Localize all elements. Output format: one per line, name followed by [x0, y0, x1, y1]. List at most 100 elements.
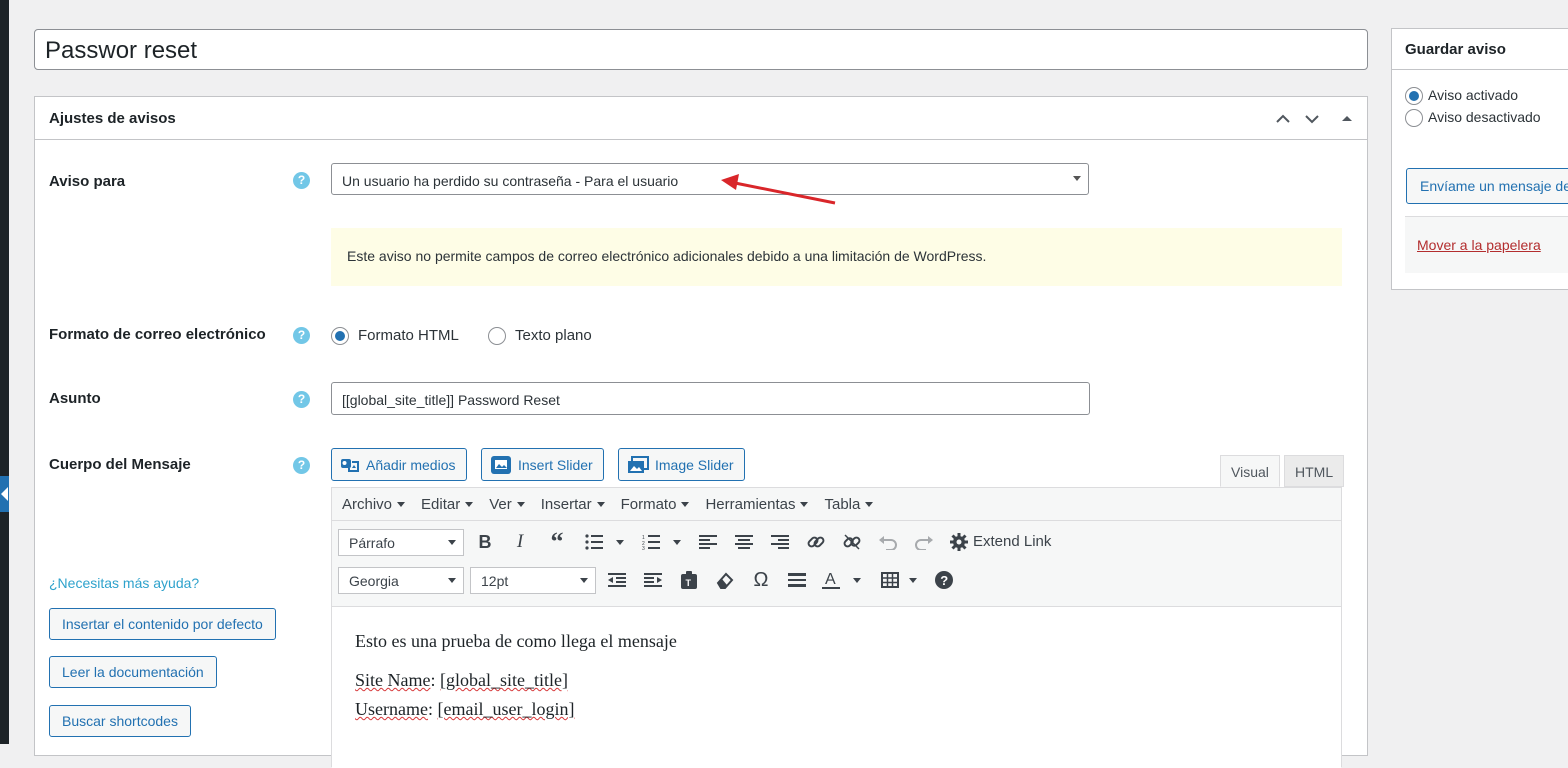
blockquote-icon[interactable]: “: [544, 527, 570, 556]
add-media-label: Añadir medios: [366, 456, 456, 473]
admin-menu-edge: [0, 0, 9, 744]
notice-inactive-radio[interactable]: [1405, 109, 1423, 127]
bullet-list-icon[interactable]: [582, 529, 608, 555]
chevron-down-icon: [465, 501, 474, 507]
tab-visual[interactable]: Visual: [1220, 455, 1280, 487]
menu-tabla-label: Tabla: [824, 495, 861, 513]
site-name-shortcode: [global_site_title]: [440, 670, 568, 690]
text-color-icon[interactable]: A: [818, 567, 844, 593]
italic-icon[interactable]: I: [507, 529, 533, 555]
editor-toolbar-row-2: Georgia 12pt T Ω A ?: [332, 562, 1341, 600]
gear-icon[interactable]: [946, 529, 972, 555]
send-test-email-button[interactable]: Envíame un mensaje de: [1406, 168, 1568, 204]
help-icon[interactable]: ?: [293, 172, 310, 189]
notice-active-radio[interactable]: [1405, 87, 1423, 105]
chevron-down-icon[interactable]: [844, 567, 870, 593]
tab-html[interactable]: HTML: [1284, 455, 1345, 487]
menu-ver-label: Ver: [489, 495, 512, 513]
eraser-icon[interactable]: [712, 567, 738, 593]
svg-text:T: T: [686, 578, 692, 588]
read-docs-button[interactable]: Leer la documentación: [49, 656, 217, 688]
menu-herramientas-label: Herramientas: [705, 495, 796, 513]
bold-icon[interactable]: B: [472, 529, 498, 555]
menu-formato-label: Formato: [620, 495, 677, 513]
chevron-down-icon[interactable]: [900, 567, 926, 593]
move-down-icon[interactable]: [1300, 107, 1324, 131]
menu-editar-label: Editar: [421, 495, 461, 513]
extend-link-button[interactable]: Extend Link: [973, 533, 1051, 550]
menu-tabla[interactable]: Tabla: [816, 496, 881, 513]
svg-text:3: 3: [642, 546, 645, 550]
menu-editar[interactable]: Editar: [413, 496, 481, 513]
format-html-label: Formato HTML: [358, 327, 459, 344]
image-gallery-icon: [628, 455, 649, 473]
horizontal-line-icon[interactable]: [784, 567, 810, 593]
editor-toolbar-row-1: Párrafo B I “ 123 Extend Link: [332, 523, 1341, 561]
menu-herramientas[interactable]: Herramientas: [697, 496, 816, 513]
format-html-radio[interactable]: [331, 327, 349, 345]
chevron-down-icon: [516, 501, 525, 507]
unlink-icon[interactable]: [839, 529, 865, 555]
help-icon[interactable]: ?: [293, 457, 310, 474]
menu-insertar[interactable]: Insertar: [533, 496, 613, 513]
chevron-down-icon: [397, 501, 406, 507]
paragraph-format-select[interactable]: Párrafo: [338, 529, 464, 556]
menu-archivo[interactable]: Archivo: [334, 496, 413, 513]
indent-icon[interactable]: [640, 567, 666, 593]
toggle-panel-icon[interactable]: [1335, 107, 1359, 131]
formato-label: Formato de correo electrónico: [49, 326, 266, 343]
add-media-button[interactable]: Añadir medios: [331, 448, 467, 481]
chevron-down-icon: [580, 578, 588, 583]
aviso-para-selected-value: Un usuario ha perdido su contraseña - Pa…: [342, 173, 679, 189]
move-to-trash-link[interactable]: Mover a la papelera: [1417, 237, 1541, 253]
post-title-input[interactable]: Passwor reset: [34, 29, 1368, 70]
chevron-down-icon: [681, 501, 690, 507]
align-right-icon[interactable]: [767, 529, 793, 555]
insert-default-content-button[interactable]: Insertar el contenido por defecto: [49, 608, 276, 640]
link-icon[interactable]: [803, 529, 829, 555]
chevron-down-icon: [1073, 176, 1081, 181]
align-left-icon[interactable]: [695, 529, 721, 555]
omega-icon[interactable]: Ω: [748, 567, 774, 593]
username-shortcode: [email_user_login]: [437, 699, 575, 719]
font-family-value: Georgia: [349, 573, 399, 589]
align-center-icon[interactable]: [731, 529, 757, 555]
insert-slider-label: Insert Slider: [518, 456, 593, 473]
undo-icon[interactable]: [875, 529, 901, 555]
font-size-value: 12pt: [481, 573, 509, 589]
font-size-select[interactable]: 12pt: [470, 567, 596, 594]
menu-formato[interactable]: Formato: [613, 496, 698, 513]
media-icon: [341, 458, 359, 472]
aviso-para-select[interactable]: Un usuario ha perdido su contraseña - Pa…: [331, 163, 1089, 195]
help-link[interactable]: ¿Necesitas más ayuda?: [49, 575, 199, 591]
menu-insertar-label: Insertar: [540, 495, 592, 513]
help-icon[interactable]: ?: [293, 327, 310, 344]
menu-archivo-label: Archivo: [342, 495, 393, 513]
font-family-select[interactable]: Georgia: [338, 567, 464, 594]
image-slider-button[interactable]: Image Slider: [618, 448, 745, 481]
cuerpo-label: Cuerpo del Mensaje: [49, 456, 191, 473]
rich-text-editor: Archivo Editar Ver Insertar Formato Herr…: [331, 487, 1342, 768]
svg-text:A: A: [825, 571, 836, 588]
help-icon[interactable]: ?: [293, 391, 310, 408]
collapse-menu-tab[interactable]: [0, 476, 9, 512]
menu-ver[interactable]: Ver: [481, 496, 533, 513]
format-plain-radio[interactable]: [488, 327, 506, 345]
asunto-label: Asunto: [49, 390, 101, 407]
username-label: Username: [355, 699, 428, 719]
notice-settings-metabox: Ajustes de avisos Aviso para ? Un usuari…: [34, 96, 1368, 768]
paste-text-icon[interactable]: T: [676, 567, 702, 593]
numbered-list-icon[interactable]: 123: [639, 529, 665, 555]
chevron-down-icon[interactable]: [607, 529, 633, 555]
insert-slider-button[interactable]: Insert Slider: [481, 448, 604, 481]
search-shortcodes-button[interactable]: Buscar shortcodes: [49, 705, 191, 737]
chevron-down-icon[interactable]: [664, 529, 690, 555]
trash-area: Mover a la papelera: [1405, 216, 1568, 273]
svg-text:?: ?: [940, 573, 948, 588]
subject-input[interactable]: [[global_site_title]] Password Reset: [331, 382, 1090, 415]
redo-icon[interactable]: [911, 529, 937, 555]
outdent-icon[interactable]: [604, 567, 630, 593]
move-up-icon[interactable]: [1271, 107, 1295, 131]
aviso-para-label: Aviso para: [49, 173, 126, 190]
help-question-icon[interactable]: ?: [931, 567, 957, 593]
